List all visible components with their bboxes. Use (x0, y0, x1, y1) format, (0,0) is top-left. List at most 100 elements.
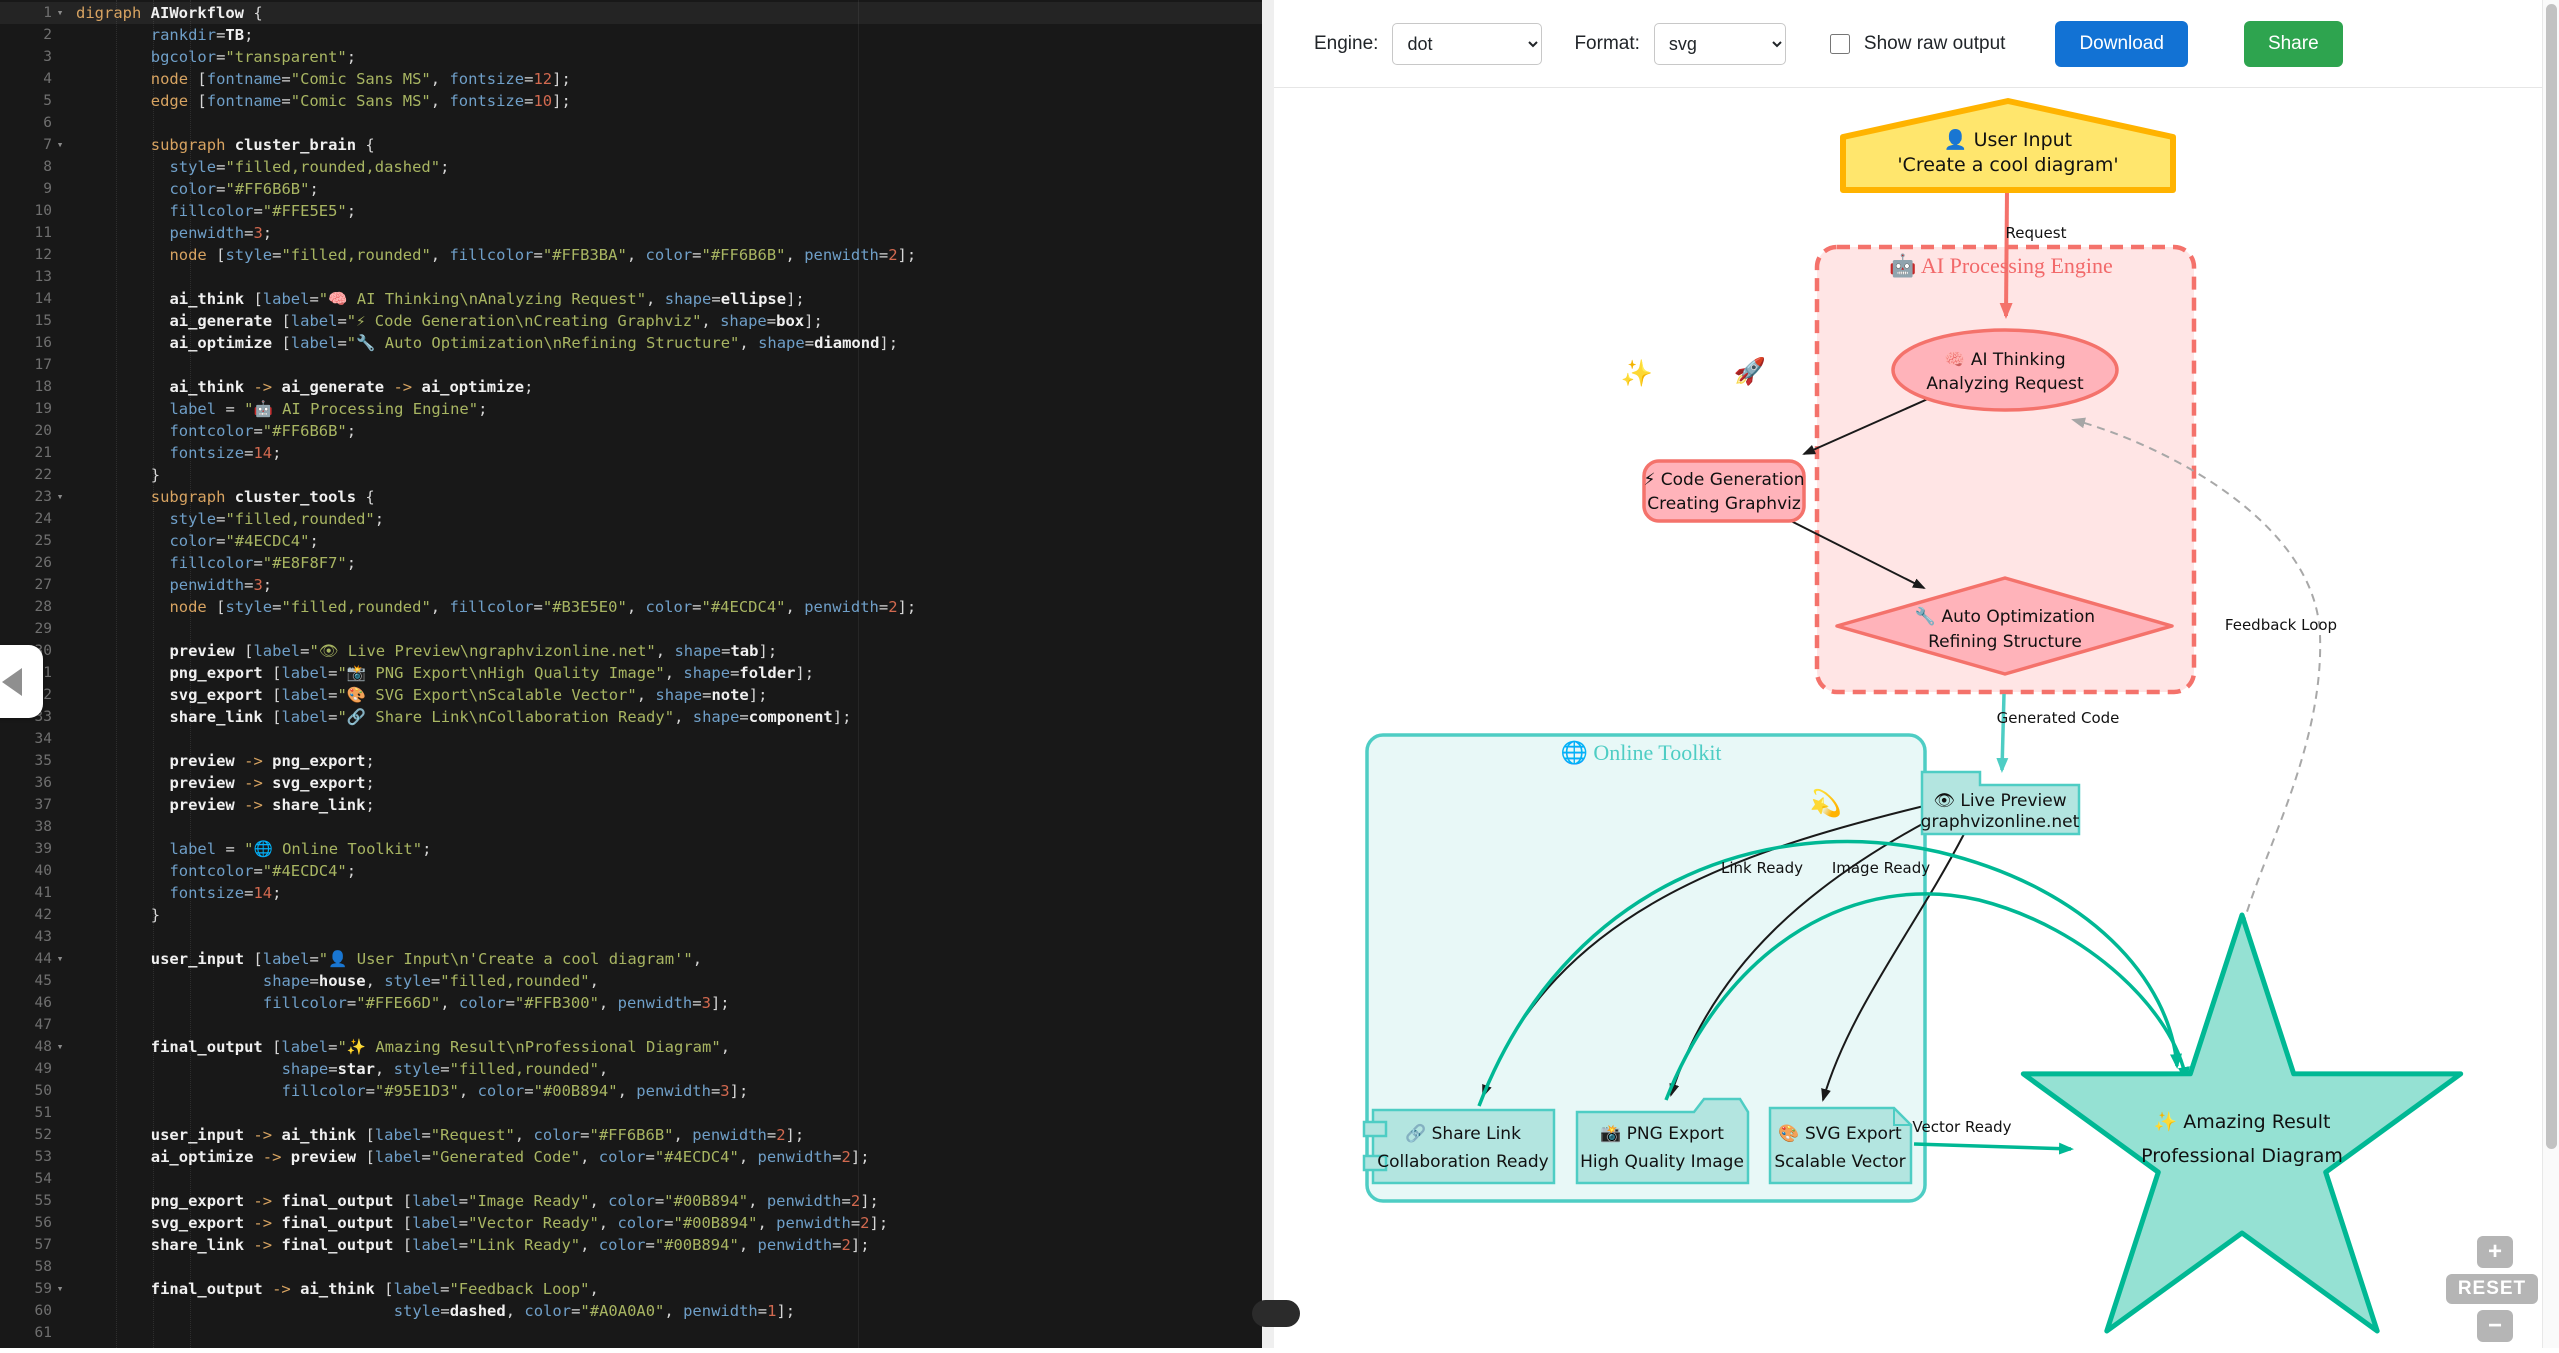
zoom-out-button[interactable]: − (2477, 1310, 2513, 1342)
code-line[interactable]: 43 (0, 926, 1262, 948)
line-number: 2 (0, 24, 52, 46)
code-line[interactable]: 1▾digraph AIWorkflow { (0, 2, 1262, 24)
edge-label-link-ready: Link Ready (1721, 859, 1803, 877)
code-line[interactable]: 50 fillcolor="#95E1D3", color="#00B894",… (0, 1080, 1262, 1102)
code-line[interactable]: 42 } (0, 904, 1262, 926)
fold-arrow-icon[interactable]: ▾ (52, 948, 68, 970)
download-button[interactable]: Download (2055, 21, 2188, 67)
fold-spacer (52, 244, 68, 266)
preview-line1: 👁 Live Preview (1933, 791, 2066, 811)
fold-spacer (52, 1080, 68, 1102)
code-line[interactable]: 28 node [style="filled,rounded", fillcol… (0, 596, 1262, 618)
code-line[interactable]: 45 shape=house, style="filled,rounded", (0, 970, 1262, 992)
code-line[interactable]: 52 user_input -> ai_think [label="Reques… (0, 1124, 1262, 1146)
code-line[interactable]: 55 png_export -> final_output [label="Im… (0, 1190, 1262, 1212)
code-line[interactable]: 4 node [fontname="Comic Sans MS", fontsi… (0, 68, 1262, 90)
code-line[interactable]: 54 (0, 1168, 1262, 1190)
fold-spacer (52, 1102, 68, 1124)
code-line[interactable]: 8 style="filled,rounded,dashed"; (0, 156, 1262, 178)
code-line[interactable]: 14 ai_think [label="🧠 AI Thinking\nAnaly… (0, 288, 1262, 310)
code-line[interactable]: 61 (0, 1322, 1262, 1344)
code-line[interactable]: 19 label = "🤖 AI Processing Engine"; (0, 398, 1262, 420)
code-line[interactable]: 47 (0, 1014, 1262, 1036)
vertical-scrollbar[interactable] (2542, 0, 2559, 1348)
fold-spacer (52, 222, 68, 244)
code-line[interactable]: 37 preview -> share_link; (0, 794, 1262, 816)
final-output-line1: ✨ Amazing Result (2154, 1111, 2331, 1133)
code-line[interactable]: 44▾ user_input [label="👤 User Input\n'Cr… (0, 948, 1262, 970)
fold-arrow-icon[interactable]: ▾ (52, 2, 68, 24)
code-line[interactable]: 56 svg_export -> final_output [label="Ve… (0, 1212, 1262, 1234)
code-line[interactable]: 39 label = "🌐 Online Toolkit"; (0, 838, 1262, 860)
line-number: 23 (0, 486, 52, 508)
code-line[interactable]: 48▾ final_output [label="✨ Amazing Resul… (0, 1036, 1262, 1058)
code-line[interactable]: 33 share_link [label="🔗 Share Link\nColl… (0, 706, 1262, 728)
show-raw-output-checkbox[interactable] (1830, 34, 1850, 54)
code-lines[interactable]: 1▾digraph AIWorkflow {2 rankdir=TB;3 bgc… (0, 2, 1262, 1344)
fold-spacer (52, 618, 68, 640)
code-line[interactable]: 36 preview -> svg_export; (0, 772, 1262, 794)
zoom-reset-button[interactable]: RESET (2446, 1274, 2538, 1304)
code-line[interactable]: 23▾ subgraph cluster_tools { (0, 486, 1262, 508)
code-line[interactable]: 58 (0, 1256, 1262, 1278)
line-number: 49 (0, 1058, 52, 1080)
code-line[interactable]: 49 shape=star, style="filled,rounded", (0, 1058, 1262, 1080)
pane-splitter[interactable] (1262, 0, 1274, 1348)
code-line[interactable]: 21 fontsize=14; (0, 442, 1262, 464)
engine-select[interactable]: dot (1392, 23, 1542, 65)
code-line[interactable]: 11 penwidth=3; (0, 222, 1262, 244)
code-line[interactable]: 3 bgcolor="transparent"; (0, 46, 1262, 68)
code-line[interactable]: 35 preview -> png_export; (0, 750, 1262, 772)
code-line[interactable]: 57 share_link -> final_output [label="Li… (0, 1234, 1262, 1256)
code-line[interactable]: 18 ai_think -> ai_generate -> ai_optimiz… (0, 376, 1262, 398)
show-raw-output-label: Show raw output (1864, 33, 2006, 55)
code-line[interactable]: 9 color="#FF6B6B"; (0, 178, 1262, 200)
code-line[interactable]: 22 } (0, 464, 1262, 486)
share-button[interactable]: Share (2244, 21, 2343, 67)
code-line[interactable]: 40 fontcolor="#4ECDC4"; (0, 860, 1262, 882)
code-line[interactable]: 34 (0, 728, 1262, 750)
code-line[interactable]: 5 edge [fontname="Comic Sans MS", fontsi… (0, 90, 1262, 112)
graph-canvas[interactable]: 🤖 AI Processing Engine 🌐 Online Toolkit … (1274, 0, 2559, 1348)
code-line[interactable]: 32 svg_export [label="🎨 SVG Export\nScal… (0, 684, 1262, 706)
code-line[interactable]: 51 (0, 1102, 1262, 1124)
code-line[interactable]: 15 ai_generate [label="⚡ Code Generation… (0, 310, 1262, 332)
code-line[interactable]: 30 preview [label="👁 Live Preview\ngraph… (0, 640, 1262, 662)
fold-arrow-icon[interactable]: ▾ (52, 486, 68, 508)
fold-arrow-icon[interactable]: ▾ (52, 1036, 68, 1058)
code-line[interactable]: 2 rankdir=TB; (0, 24, 1262, 46)
line-number: 48 (0, 1036, 52, 1058)
code-line[interactable]: 31 png_export [label="📸 PNG Export\nHigh… (0, 662, 1262, 684)
code-line[interactable]: 20 fontcolor="#FF6B6B"; (0, 420, 1262, 442)
fold-spacer (52, 970, 68, 992)
share-link-line1: 🔗 Share Link (1405, 1123, 1521, 1144)
code-line[interactable]: 59▾ final_output -> ai_think [label="Fee… (0, 1278, 1262, 1300)
code-line[interactable]: 10 fillcolor="#FFE5E5"; (0, 200, 1262, 222)
code-line[interactable]: 26 fillcolor="#E8F8F7"; (0, 552, 1262, 574)
zoom-in-button[interactable]: + (2477, 1236, 2513, 1268)
collapse-editor-button[interactable] (0, 645, 43, 718)
splitter-drag-handle[interactable] (1252, 1300, 1300, 1327)
code-line[interactable]: 13 (0, 266, 1262, 288)
code-line[interactable]: 60 style=dashed, color="#A0A0A0", penwid… (0, 1300, 1262, 1322)
code-editor-pane[interactable]: 1▾digraph AIWorkflow {2 rankdir=TB;3 bgc… (0, 0, 1262, 1348)
code-line[interactable]: 38 (0, 816, 1262, 838)
code-line[interactable]: 25 color="#4ECDC4"; (0, 530, 1262, 552)
code-line[interactable]: 53 ai_optimize -> preview [label="Genera… (0, 1146, 1262, 1168)
code-line[interactable]: 46 fillcolor="#FFE66D", color="#FFB300",… (0, 992, 1262, 1014)
fold-arrow-icon[interactable]: ▾ (52, 134, 68, 156)
share-link-line2: Collaboration Ready (1377, 1152, 1548, 1172)
format-select[interactable]: svg (1654, 23, 1786, 65)
scrollbar-thumb[interactable] (2546, 4, 2557, 1149)
fold-arrow-icon[interactable]: ▾ (52, 1278, 68, 1300)
code-line[interactable]: 41 fontsize=14; (0, 882, 1262, 904)
code-line[interactable]: 29 (0, 618, 1262, 640)
code-line[interactable]: 6 (0, 112, 1262, 134)
fold-spacer (52, 1124, 68, 1146)
code-line[interactable]: 24 style="filled,rounded"; (0, 508, 1262, 530)
code-line[interactable]: 7▾ subgraph cluster_brain { (0, 134, 1262, 156)
code-line[interactable]: 16 ai_optimize [label="🔧 Auto Optimizati… (0, 332, 1262, 354)
code-line[interactable]: 27 penwidth=3; (0, 574, 1262, 596)
code-line[interactable]: 12 node [style="filled,rounded", fillcol… (0, 244, 1262, 266)
code-line[interactable]: 17 (0, 354, 1262, 376)
